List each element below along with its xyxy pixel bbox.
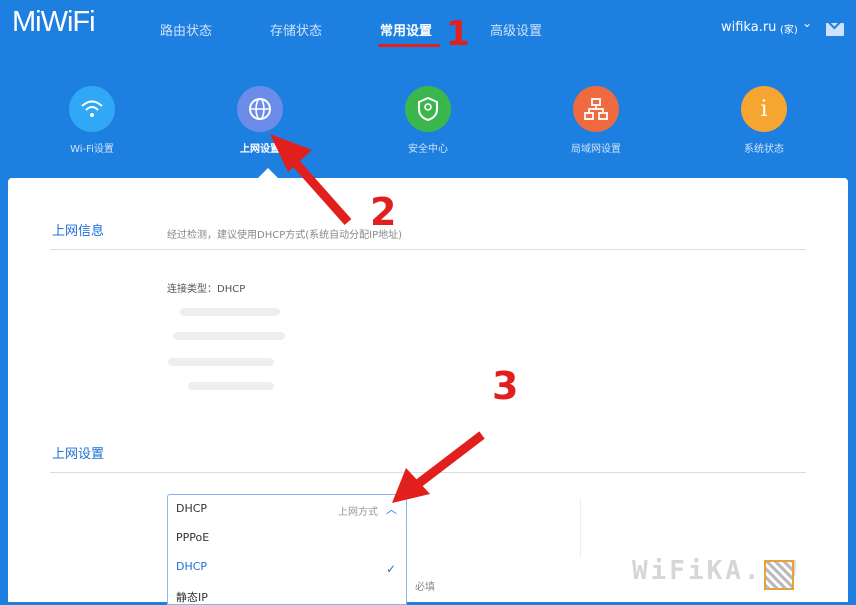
annotation-overlay bbox=[270, 134, 485, 503]
qr-icon bbox=[764, 560, 794, 590]
annotation-2: 2 bbox=[370, 190, 397, 234]
arrow-3 bbox=[407, 431, 485, 494]
arrow-2-head bbox=[270, 134, 312, 172]
arrow-3-head bbox=[392, 468, 430, 503]
annotation-3: 3 bbox=[492, 364, 519, 408]
